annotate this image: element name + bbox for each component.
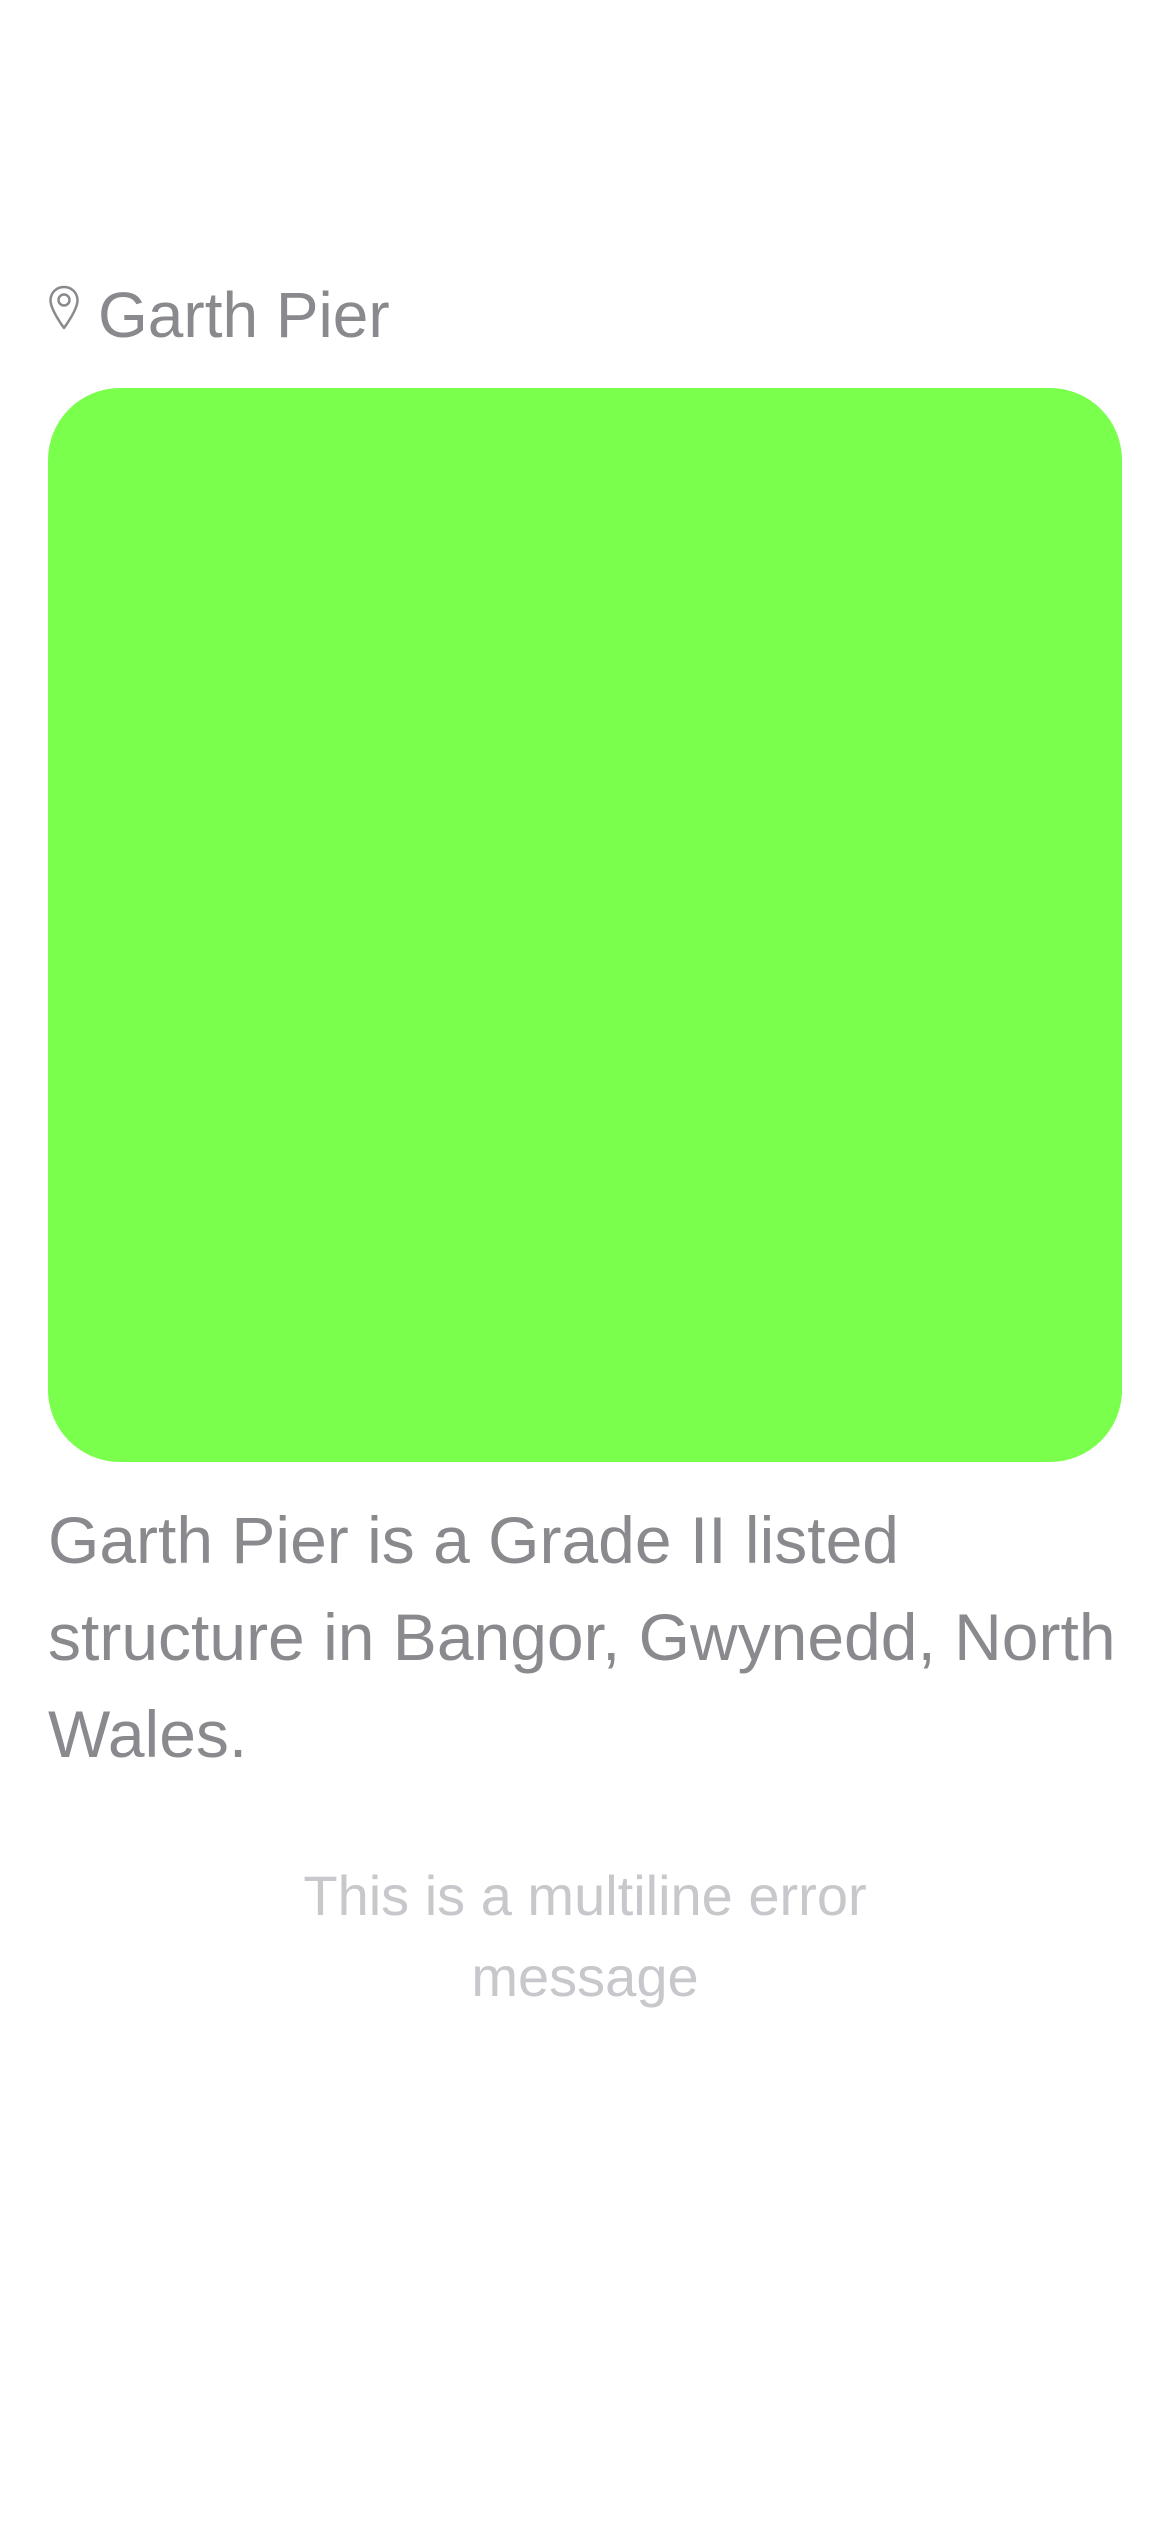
location-header: Garth Pier (48, 270, 390, 360)
place-description: Garth Pier is a Grade II listed structur… (48, 1503, 1116, 1771)
location-name: Garth Pier (98, 279, 390, 351)
map-pin-icon (48, 285, 80, 331)
error-message: This is a multiline error message (303, 1864, 867, 2008)
place-detail-screen: Garth Pier Garth Pier is a Grade II list… (0, 0, 1170, 2532)
place-image (48, 388, 1122, 1462)
